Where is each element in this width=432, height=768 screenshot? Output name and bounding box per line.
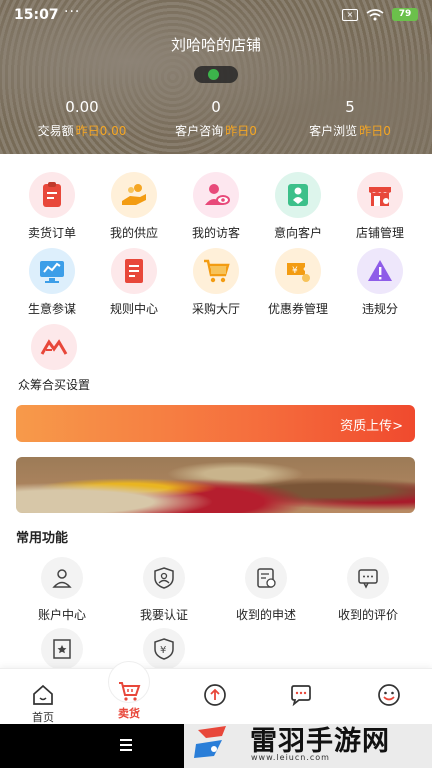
grid-label: 我的访客 [191,226,240,240]
chat-bubble-icon [347,557,389,599]
stat-label-text: 客户浏览 [309,124,358,138]
fn-label: 收到的申述 [235,608,296,622]
grid-label: 店铺管理 [355,226,404,240]
appeal-document-icon [245,557,287,599]
fn-account-center[interactable]: 账户中心 [10,557,114,623]
grid-item-coupon-management[interactable]: ¥ 优惠券管理 [256,248,340,317]
common-functions-title: 常用功能 [16,531,69,546]
stat-customer-inquiry[interactable]: 0 客户咨询 昨日0 [144,98,288,139]
fn-label: 账户中心 [37,608,86,622]
menu-icon[interactable] [120,739,132,751]
grid-item-my-supply[interactable]: 我的供应 [92,172,176,241]
status-time: 15:07 [14,7,59,23]
grid-item-my-visitors[interactable]: 我的访客 [174,172,258,241]
battery-icon: 79 [392,8,418,21]
shopping-cart-icon [193,248,239,294]
status-icons: × 79 [342,8,418,21]
qualification-upload-banner[interactable]: 资质上传> [16,405,415,442]
stat-label: 客户浏览 昨日0 [278,122,422,139]
level-dot-icon [208,69,219,80]
stat-yesterday: 昨日0 [359,124,391,138]
cart-icon [119,682,141,701]
monitor-chart-icon [29,248,75,294]
grid-label: 生意参谋 [27,302,76,316]
user-icon [41,557,83,599]
upload-icon [204,684,226,706]
store-gear-icon [357,172,403,218]
stat-label-text: 交易额 [37,124,74,138]
grid-label: 采购大厅 [191,302,240,316]
qualification-upload-link[interactable]: 资质上传> [340,415,403,434]
grid-label: 卖货订单 [27,226,76,240]
stat-value: 0 [211,98,221,116]
visitor-eye-icon [193,172,239,218]
grid-item-purchase-hall[interactable]: 采购大厅 [174,248,258,317]
nav-label: 首页 [32,711,54,724]
warning-triangle-icon [357,248,403,294]
fn-label: 我要认证 [139,608,188,622]
grid-item-violation-points[interactable]: 违规分 [338,248,422,317]
status-bar: 15:07 ··· × 79 [0,0,432,32]
shield-user-icon [143,557,185,599]
smiley-icon [378,684,400,706]
nav-label: 卖货 [118,707,140,720]
watermark-logo-icon [194,726,226,758]
fn-received-reviews[interactable]: 收到的评价 [316,557,420,623]
grid-item-business-advisor[interactable]: 生意参谋 [10,248,94,317]
grid-item-store-management[interactable]: 店铺管理 [338,172,422,241]
stat-trade-amount[interactable]: 0.00 交易额 昨日0.00 [10,98,154,139]
shop-header: 15:07 ··· × 79 刘哈哈的店铺 0.00 交易额 昨日0.00 0 客… [0,0,432,154]
stat-yesterday: 昨日0 [225,124,257,138]
document-list-icon [111,248,157,294]
fn-favorites[interactable] [10,628,114,670]
fn-received-appeals[interactable]: 收到的申述 [214,557,318,623]
grid-label: 意向客户 [273,226,322,240]
grid-label: 规则中心 [109,302,158,316]
wifi-icon [366,8,384,20]
grid-label: 优惠券管理 [267,302,328,316]
stat-label: 交易额 昨日0.00 [10,122,154,139]
shop-level-badge[interactable] [194,66,238,83]
heart-user-icon [275,172,321,218]
grid-label: 众筹合买设置 [17,378,90,392]
coupon-icon: ¥ [275,248,321,294]
stat-value: 0.00 [65,98,99,116]
stat-customer-views[interactable]: 5 客户浏览 昨日0 [278,98,422,139]
site-watermark: 雷羽手游网 www.leiucn.com [184,716,432,768]
message-icon [291,685,311,707]
promo-photo-banner[interactable] [16,457,415,513]
stat-label-text: 客户咨询 [175,124,224,138]
grid-item-crowdfunding-settings[interactable]: 众筹合买设置 [8,324,100,393]
fn-label: 收到的评价 [337,608,398,622]
svg-text:¥: ¥ [160,645,166,656]
grid-item-intended-customers[interactable]: 意向客户 [256,172,340,241]
stat-yesterday: 昨日0.00 [75,124,127,138]
stats-row: 0.00 交易额 昨日0.00 0 客户咨询 昨日0 5 客户浏览 昨日0 [0,98,432,142]
grid-item-sales-orders[interactable]: 卖货订单 [10,172,94,241]
star-bookmark-icon [41,628,83,670]
shop-title: 刘哈哈的店铺 [170,36,261,54]
grid-label: 我的供应 [109,226,158,240]
hand-coins-icon [111,172,157,218]
nav-tab-sell[interactable]: 卖货 [86,669,172,725]
grid-item-rules-center[interactable]: 规则中心 [92,248,176,317]
yen-shield-icon: ¥ [143,628,185,670]
watermark-url: www.leiucn.com [251,753,330,762]
sim-icon: × [342,8,358,21]
clipboard-icon [29,172,75,218]
stat-value: 5 [345,98,355,116]
nav-tab-home[interactable]: 首页 [0,669,86,725]
grid-label: 违规分 [361,302,398,316]
fn-verification[interactable]: 我要认证 [112,557,216,623]
home-icon [33,684,53,705]
svg-text:¥: ¥ [292,266,298,276]
crowdfunding-icon [31,324,77,370]
status-more-dots: ··· [64,4,81,20]
stat-label: 客户咨询 昨日0 [144,122,288,139]
